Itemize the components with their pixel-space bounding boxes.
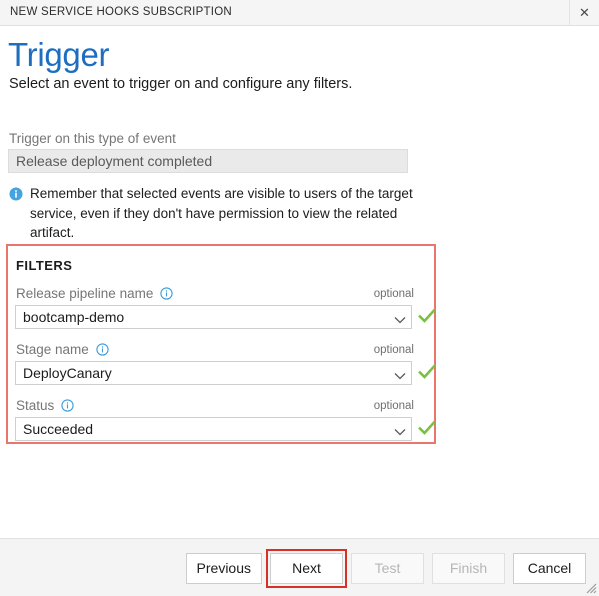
footer-button-row: Previous Next Test Finish Cancel <box>185 549 586 588</box>
valid-check-icon <box>418 419 436 437</box>
filters-panel: FILTERS Release pipeline name optional b… <box>6 244 436 444</box>
dialog-body: Trigger Select an event to trigger on an… <box>0 26 599 538</box>
filter-optional-tag: optional <box>373 400 414 412</box>
valid-check-icon <box>418 363 436 381</box>
dialog-footer: Previous Next Test Finish Cancel <box>0 538 599 596</box>
filter-select-stage-name[interactable]: DeployCanary <box>15 361 412 385</box>
finish-button: Finish <box>432 553 505 584</box>
chevron-down-icon <box>394 368 406 380</box>
next-button[interactable]: Next <box>270 553 343 584</box>
resize-grip-icon[interactable] <box>583 580 597 594</box>
page-title: Trigger <box>8 36 110 73</box>
previous-button[interactable]: Previous <box>185 553 262 584</box>
filter-value: Succeeded <box>23 421 94 437</box>
filter-label-status: Status <box>16 398 74 413</box>
dialog-title: NEW SERVICE HOOKS SUBSCRIPTION <box>10 6 232 18</box>
cancel-button[interactable]: Cancel <box>513 553 586 584</box>
filter-label-release-pipeline-name: Release pipeline name <box>16 286 173 301</box>
filter-select-status[interactable]: Succeeded <box>15 417 412 441</box>
close-icon[interactable]: ✕ <box>569 0 599 25</box>
filter-select-release-pipeline-name[interactable]: bootcamp-demo <box>15 305 412 329</box>
dialog-titlebar: NEW SERVICE HOOKS SUBSCRIPTION ✕ <box>0 0 599 26</box>
info-circle-icon[interactable] <box>95 343 109 356</box>
new-service-hooks-subscription-dialog: NEW SERVICE HOOKS SUBSCRIPTION ✕ Trigger… <box>0 0 599 596</box>
previous-button-wrap: Previous <box>185 553 262 584</box>
test-button-wrap: Test <box>351 553 424 584</box>
filter-label-text: Status <box>16 398 55 413</box>
finish-button-wrap: Finish <box>432 553 505 584</box>
chevron-down-icon <box>394 312 406 324</box>
trigger-event-input[interactable] <box>8 149 408 173</box>
filter-label-stage-name: Stage name <box>16 342 109 357</box>
filter-label-text: Release pipeline name <box>16 286 154 301</box>
trigger-event-label: Trigger on this type of event <box>9 131 176 146</box>
filters-heading: FILTERS <box>16 258 73 273</box>
filter-optional-tag: optional <box>373 288 414 300</box>
valid-check-icon <box>418 307 436 325</box>
next-button-wrap: Next <box>266 549 347 588</box>
info-icon <box>9 187 23 201</box>
info-note-text: Remember that selected events are visibl… <box>30 186 413 240</box>
chevron-down-icon <box>394 424 406 436</box>
filter-value: bootcamp-demo <box>23 309 125 325</box>
filter-value: DeployCanary <box>23 365 112 381</box>
filter-label-text: Stage name <box>16 342 89 357</box>
test-button: Test <box>351 553 424 584</box>
info-circle-icon[interactable] <box>160 287 173 300</box>
filter-optional-tag: optional <box>373 344 414 356</box>
info-circle-icon[interactable] <box>61 399 74 412</box>
cancel-button-wrap: Cancel <box>513 553 586 584</box>
page-subtitle: Select an event to trigger on and config… <box>9 76 353 92</box>
